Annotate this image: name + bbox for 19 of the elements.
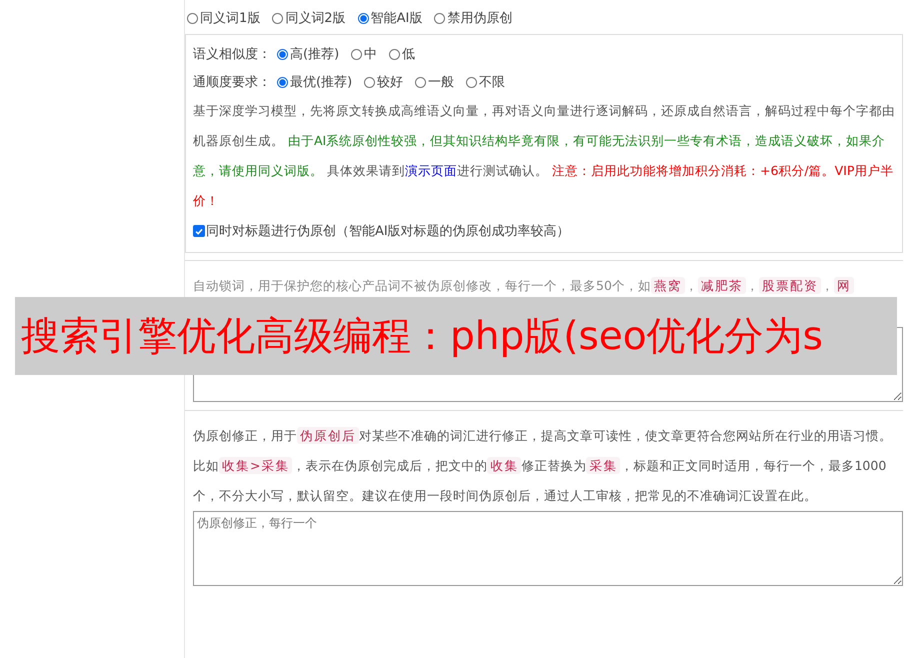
description-text: 基于深度学习模型，先将原文转换成高维语义向量，再对语义向量进行逐词解码，还原成自然语言，解码过程中每个字都由机器原创生成。 由于AI系统原创性较强，但其知识结构毕竟有限，有可能无法识别一些专有术语，造成语义破坏，如果介意，请使用同义词版。 具体效果请到演示页面进行测试确认。 注意：启用此功能将增加积分消耗：+6积分/篇。VIP用户半价！ <box>193 102 896 210</box>
similarity-radio[interactable]: 中 <box>351 45 378 63</box>
similarity-radio[interactable]: 高(推荐) <box>277 45 340 63</box>
fluency-radio[interactable]: 不限 <box>466 73 506 91</box>
mode-radio[interactable]: 智能AI版 <box>358 9 422 27</box>
correction-field[interactable]: 伪原创修正，每行一个 <box>193 511 903 586</box>
title-checkbox[interactable]: 同时对标题进行伪原创（智能AI版对标题的伪原创成功率较高） <box>193 216 896 246</box>
field-label: 语义相似度： <box>193 46 271 63</box>
similarity-radio[interactable]: 低 <box>389 45 416 63</box>
mode-radio[interactable]: 同义词1版 <box>187 9 260 27</box>
fluency-radio[interactable]: 较好 <box>364 73 404 91</box>
title-overlay: 搜索引擎优化高级编程：php版(seo优化分为s <box>15 297 897 375</box>
mode-radio[interactable]: 禁用伪原创 <box>434 9 512 27</box>
fluency-radio[interactable]: 一般 <box>415 73 454 91</box>
correction-description: 伪原创修正，用于 伪原创后 对某些不准确的词汇进行修正，提高文章可读性，使文章更符合您网站所在行业的用语习惯。比如 收集>采集 ，表示在伪原创完成后，把文中的 收集 修正替换为 采集 ，标题和正文同时适用，每行一个，最多1000个，不分大小写，默认留空。建议在使用一段时间伪原创后，通过人工审核，把常见的不准确词汇设置在此。 <box>193 426 893 505</box>
mode-radio[interactable]: 同义词2版 <box>272 9 346 27</box>
field-label: 通顺度要求： <box>193 74 271 91</box>
demo-link[interactable]: 演示页面 <box>404 163 457 178</box>
fluency-radio[interactable]: 最优(推荐) <box>277 73 352 91</box>
